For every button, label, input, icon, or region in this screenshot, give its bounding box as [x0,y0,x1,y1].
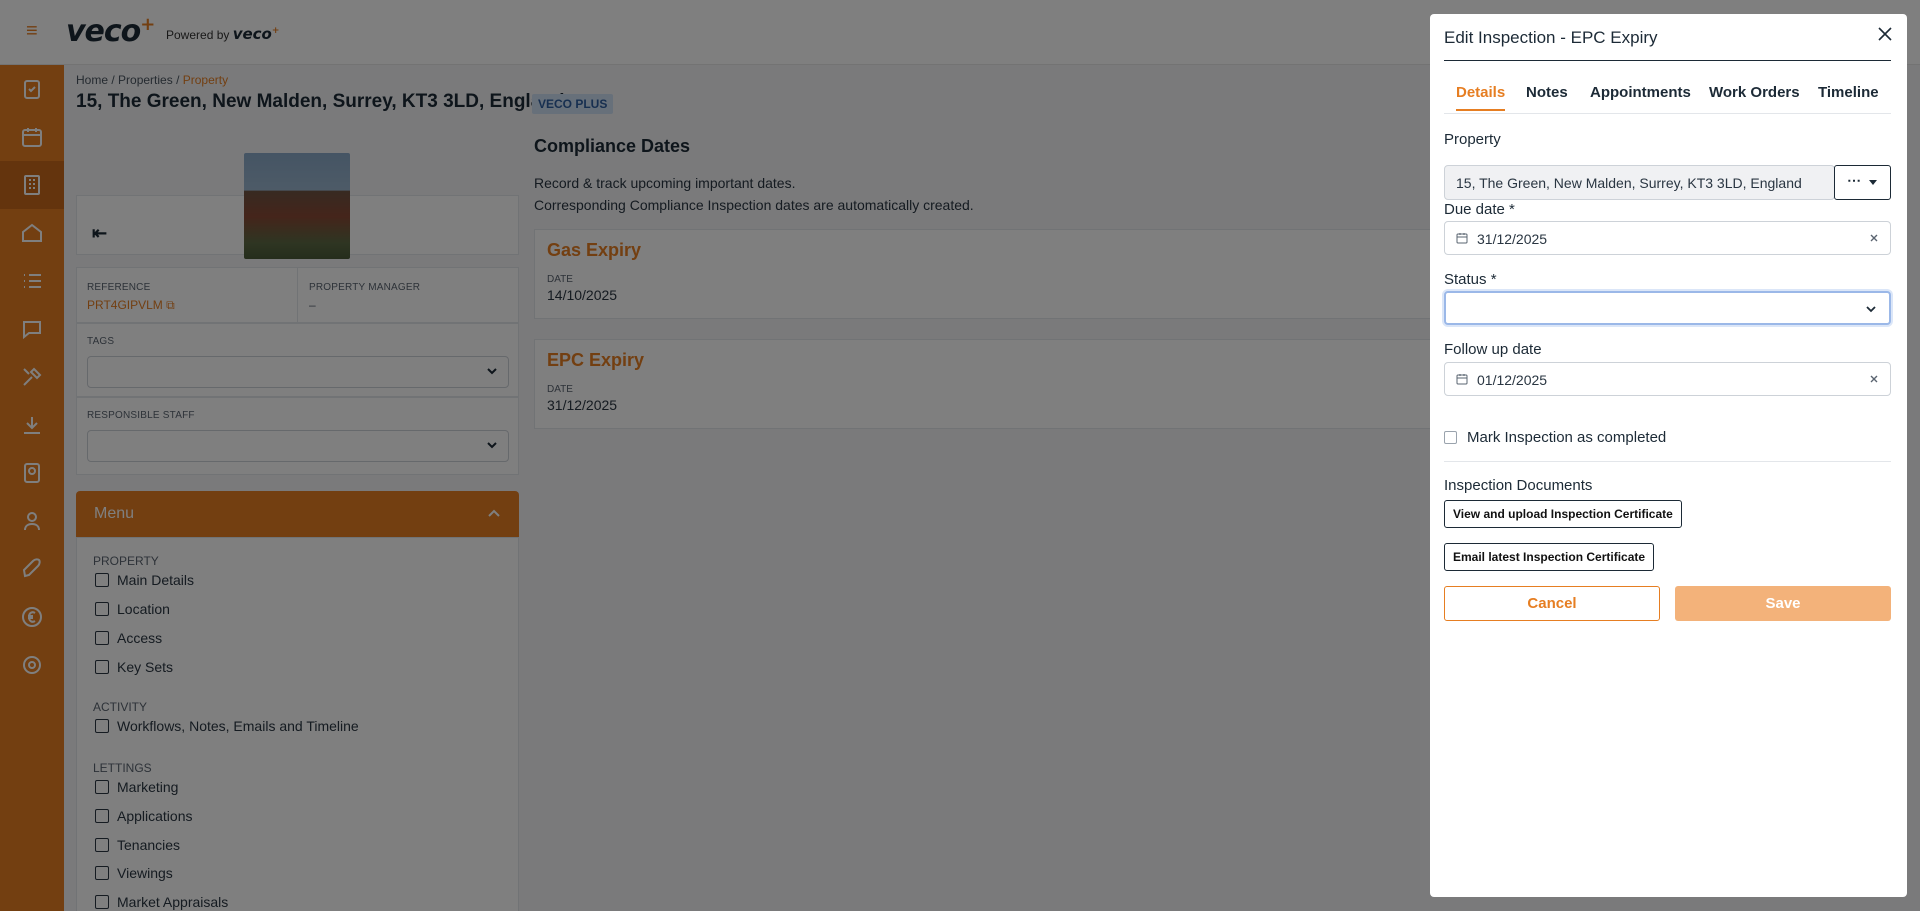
section-divider [1444,461,1891,462]
calendar-icon [1456,374,1468,385]
mark-completed-label: Mark Inspection as completed [1467,429,1667,446]
caret-down-icon [1869,180,1877,185]
edit-inspection-modal: Edit Inspection - EPC Expiry Details Not… [1430,14,1907,897]
follow-up-label: Follow up date [1444,341,1542,358]
tab-timeline[interactable]: Timeline [1818,84,1879,109]
due-date-input[interactable]: 31/12/2025 [1444,221,1891,255]
chevron-down-icon [1866,306,1876,313]
tab-notes[interactable]: Notes [1526,84,1568,109]
mark-completed-checkbox[interactable] [1444,431,1457,444]
due-date-label: Due date * [1444,201,1515,218]
modal-tabs: Details Notes Appointments Work Orders T… [1444,84,1891,114]
modal-title: Edit Inspection - EPC Expiry [1444,28,1658,47]
close-icon[interactable] [1875,24,1895,44]
mark-completed-row[interactable]: Mark Inspection as completed [1444,429,1666,446]
save-button[interactable]: Save [1675,586,1891,621]
property-field: 15, The Green, New Malden, Surrey, KT3 3… [1444,165,1835,200]
property-label: Property [1444,131,1501,148]
calendar-icon [1456,233,1468,244]
follow-up-date-value: 01/12/2025 [1477,372,1548,388]
more-icon: ⋯ [1847,172,1861,188]
title-divider [1444,60,1891,61]
follow-up-date-input[interactable]: 01/12/2025 [1444,362,1891,396]
inspection-documents-label: Inspection Documents [1444,477,1593,494]
tab-details[interactable]: Details [1456,84,1506,111]
clear-icon[interactable] [1868,373,1880,385]
status-select[interactable] [1444,291,1891,325]
tab-appointments[interactable]: Appointments [1590,84,1691,109]
status-label: Status * [1444,271,1497,288]
tab-work-orders[interactable]: Work Orders [1709,84,1800,109]
upload-certificate-button[interactable]: View and upload Inspection Certificate [1444,500,1682,528]
property-value: 15, The Green, New Malden, Surrey, KT3 3… [1456,175,1802,191]
app-root: ≡ veco+ Powered by veco+ Home / Properti… [0,0,1920,911]
clear-icon[interactable] [1868,232,1880,244]
property-options-button[interactable]: ⋯ [1834,165,1891,200]
cancel-button[interactable]: Cancel [1444,586,1660,621]
email-certificate-button[interactable]: Email latest Inspection Certificate [1444,543,1655,571]
due-date-value: 31/12/2025 [1477,231,1548,247]
